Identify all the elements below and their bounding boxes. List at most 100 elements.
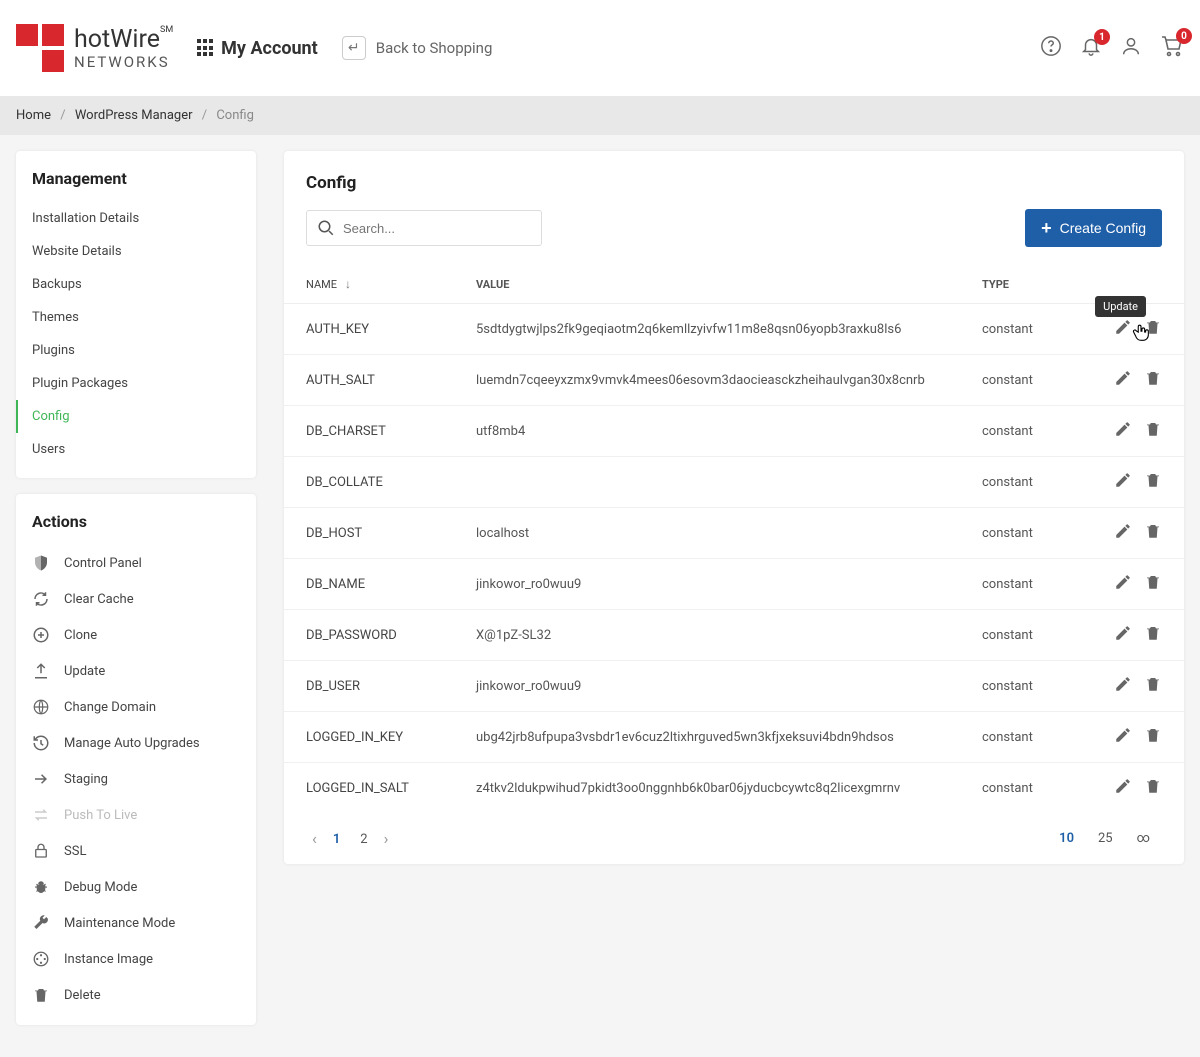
- col-type[interactable]: TYPE: [960, 265, 1080, 304]
- upload-icon: [32, 662, 50, 680]
- create-config-button[interactable]: + Create Config: [1025, 209, 1162, 247]
- delete-icon[interactable]: [1144, 369, 1162, 387]
- action-label: Debug Mode: [64, 880, 137, 895]
- search-input[interactable]: [343, 221, 531, 236]
- shield-icon: [32, 554, 50, 572]
- delete-icon[interactable]: [1144, 522, 1162, 540]
- actions-title: Actions: [16, 494, 256, 545]
- action-clear-cache[interactable]: Clear Cache: [16, 581, 256, 617]
- search-icon: [317, 219, 335, 237]
- delete-icon[interactable]: [1144, 777, 1162, 795]
- back-icon: ↵: [342, 36, 366, 60]
- cell-value: X@1pZ-SL32: [454, 610, 960, 661]
- cart-icon[interactable]: 0: [1160, 34, 1184, 62]
- cell-name: DB_HOST: [284, 508, 454, 559]
- delete-icon[interactable]: [1144, 318, 1162, 336]
- cell-value: localhost: [454, 508, 960, 559]
- action-label: Instance Image: [64, 952, 153, 967]
- delete-icon[interactable]: [1144, 420, 1162, 438]
- pager-size-10[interactable]: 10: [1047, 831, 1086, 846]
- action-ssl[interactable]: SSL: [16, 833, 256, 869]
- plus-icon: +: [1041, 218, 1052, 239]
- bell-icon[interactable]: 1: [1080, 35, 1102, 61]
- edit-icon[interactable]: [1114, 624, 1132, 642]
- cell-type: constant: [960, 610, 1080, 661]
- sidebar-item-plugin-packages[interactable]: Plugin Packages: [16, 367, 256, 400]
- pager-prev[interactable]: ‹: [306, 829, 323, 848]
- back-to-shopping-link[interactable]: ↵ Back to Shopping: [342, 36, 493, 60]
- delete-icon[interactable]: [1144, 471, 1162, 489]
- pager-next[interactable]: ›: [378, 829, 395, 848]
- crumb-home[interactable]: Home: [16, 108, 51, 123]
- edit-icon[interactable]: [1114, 318, 1132, 336]
- table-row: AUTH_KEY5sdtdygtwjlps2fk9geqiaotm2q6keml…: [284, 304, 1184, 355]
- cell-value: 5sdtdygtwjlps2fk9geqiaotm2q6kemllzyivfw1…: [454, 304, 960, 355]
- action-delete[interactable]: Delete: [16, 977, 256, 1013]
- sidebar-item-website-details[interactable]: Website Details: [16, 235, 256, 268]
- cell-type: constant: [960, 763, 1080, 814]
- cell-type: constant: [960, 355, 1080, 406]
- pager-size-25[interactable]: 25: [1086, 831, 1125, 846]
- cell-name: DB_CHARSET: [284, 406, 454, 457]
- brand-logo[interactable]: hotWireSM NETWORKS: [16, 24, 173, 72]
- edit-icon[interactable]: [1114, 726, 1132, 744]
- cell-value: utf8mb4: [454, 406, 960, 457]
- edit-icon[interactable]: [1114, 522, 1132, 540]
- edit-icon[interactable]: [1114, 369, 1132, 387]
- table-row: DB_PASSWORDX@1pZ-SL32constant: [284, 610, 1184, 661]
- sidebar-item-themes[interactable]: Themes: [16, 301, 256, 334]
- col-name[interactable]: NAME↓: [284, 265, 454, 304]
- edit-icon[interactable]: [1114, 420, 1132, 438]
- action-update[interactable]: Update: [16, 653, 256, 689]
- crumb-wp-manager[interactable]: WordPress Manager: [75, 108, 193, 123]
- edit-icon[interactable]: [1114, 777, 1132, 795]
- delete-icon[interactable]: [1144, 675, 1162, 693]
- action-maintenance-mode[interactable]: Maintenance Mode: [16, 905, 256, 941]
- edit-icon[interactable]: [1114, 471, 1132, 489]
- bug-icon: [32, 878, 50, 896]
- my-account-link[interactable]: My Account: [197, 38, 318, 59]
- sidebar-item-plugins[interactable]: Plugins: [16, 334, 256, 367]
- table-row: LOGGED_IN_KEYubg42jrb8ufpupa3vsbdr1ev6cu…: [284, 712, 1184, 763]
- sidebar-item-config[interactable]: Config: [16, 400, 256, 433]
- col-value[interactable]: VALUE: [454, 265, 960, 304]
- pager-size-∞[interactable]: ∞: [1125, 831, 1162, 846]
- delete-icon[interactable]: [1144, 573, 1162, 591]
- search-box[interactable]: [306, 210, 542, 246]
- edit-icon[interactable]: [1114, 573, 1132, 591]
- film-icon: [32, 950, 50, 968]
- pager-page-1[interactable]: 1: [323, 832, 350, 847]
- help-icon[interactable]: [1040, 35, 1062, 61]
- action-label: Update: [64, 664, 105, 679]
- sidebar-item-users[interactable]: Users: [16, 433, 256, 466]
- action-change-domain[interactable]: Change Domain: [16, 689, 256, 725]
- crumb-current: Config: [216, 108, 254, 123]
- action-label: Change Domain: [64, 700, 156, 715]
- user-icon[interactable]: [1120, 35, 1142, 61]
- refresh-icon: [32, 590, 50, 608]
- action-manage-auto-upgrades[interactable]: Manage Auto Upgrades: [16, 725, 256, 761]
- cell-type: constant: [960, 457, 1080, 508]
- action-clone[interactable]: Clone: [16, 617, 256, 653]
- back-label: Back to Shopping: [376, 39, 493, 57]
- action-debug-mode[interactable]: Debug Mode: [16, 869, 256, 905]
- sidebar-item-backups[interactable]: Backups: [16, 268, 256, 301]
- action-instance-image[interactable]: Instance Image: [16, 941, 256, 977]
- breadcrumb: Home / WordPress Manager / Config: [0, 96, 1200, 135]
- delete-icon[interactable]: [1144, 726, 1162, 744]
- action-label: Manage Auto Upgrades: [64, 736, 200, 751]
- delete-icon[interactable]: [1144, 624, 1162, 642]
- header: hotWireSM NETWORKS My Account ↵ Back to …: [0, 0, 1200, 96]
- my-account-label: My Account: [221, 38, 318, 59]
- logo-icon: [16, 24, 64, 72]
- action-control-panel[interactable]: Control Panel: [16, 545, 256, 581]
- cell-name: AUTH_KEY: [284, 304, 454, 355]
- sidebar-item-installation-details[interactable]: Installation Details: [16, 202, 256, 235]
- pager-page-2[interactable]: 2: [350, 832, 377, 847]
- tooltip-update: Update: [1095, 296, 1146, 317]
- cart-badge: 0: [1176, 28, 1192, 44]
- action-staging[interactable]: Staging: [16, 761, 256, 797]
- table-row: DB_CHARSETutf8mb4constant: [284, 406, 1184, 457]
- cell-value: jinkowor_ro0wuu9: [454, 559, 960, 610]
- edit-icon[interactable]: [1114, 675, 1132, 693]
